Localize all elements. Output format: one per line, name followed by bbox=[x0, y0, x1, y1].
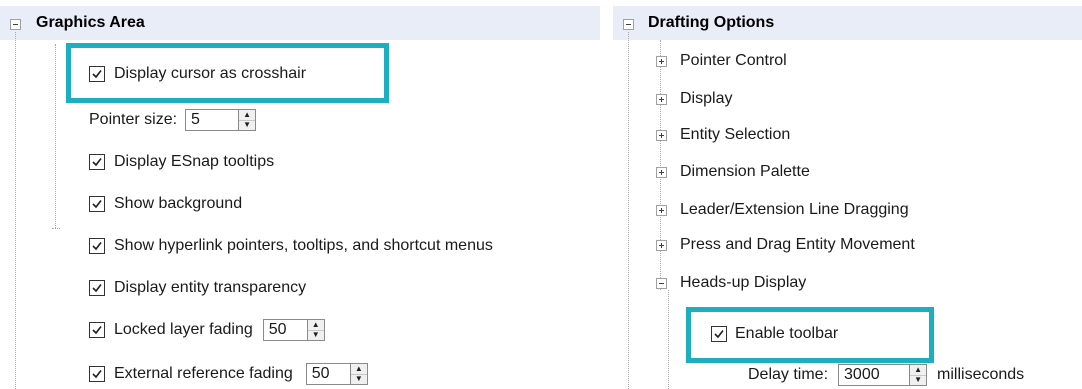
entity-transparency-checkbox[interactable] bbox=[89, 280, 105, 296]
tree-line bbox=[15, 32, 16, 389]
hyperlink-pointers-option[interactable]: Show hyperlink pointers, tooltips, and s… bbox=[89, 234, 493, 258]
tree-item-dimension-palette[interactable]: Dimension Palette bbox=[656, 160, 810, 184]
pointer-size-label: Pointer size: bbox=[89, 111, 178, 128]
tree-item-leader-extension-line-dragging[interactable]: Leader/Extension Line Dragging bbox=[656, 198, 909, 222]
show-background-option[interactable]: Show background bbox=[89, 192, 242, 216]
tree-item-label: Heads-up Display bbox=[680, 274, 807, 291]
delay-time-row: Delay time: 3000 ▲ ▼ milliseconds bbox=[748, 363, 1024, 387]
locked-layer-fading-stepper[interactable]: 50 ▲ ▼ bbox=[262, 319, 325, 341]
external-reference-fading-stepper[interactable]: 50 ▲ ▼ bbox=[305, 363, 368, 385]
entity-transparency-label: Display entity transparency bbox=[114, 279, 307, 296]
spin-down-icon[interactable]: ▼ bbox=[910, 374, 927, 386]
expand-icon[interactable] bbox=[656, 93, 667, 105]
external-reference-fading-value[interactable]: 50 bbox=[307, 364, 350, 384]
spin-down-icon[interactable]: ▼ bbox=[350, 373, 367, 385]
enable-toolbar-label: Enable toolbar bbox=[735, 325, 839, 342]
pointer-size-row: Pointer size: 5 ▲ ▼ bbox=[89, 108, 257, 132]
tree-item-label: Dimension Palette bbox=[680, 163, 810, 180]
locked-layer-fading-label: Locked layer fading bbox=[114, 321, 253, 338]
tree-line bbox=[55, 44, 56, 228]
hyperlink-pointers-checkbox[interactable] bbox=[89, 238, 105, 254]
hyperlink-pointers-label: Show hyperlink pointers, tooltips, and s… bbox=[114, 237, 493, 254]
tree-line bbox=[668, 290, 669, 389]
drafting-options-title: Drafting Options bbox=[648, 14, 775, 31]
spin-up-icon[interactable]: ▲ bbox=[910, 365, 926, 375]
delay-time-label: Delay time: bbox=[748, 366, 829, 383]
graphics-area-panel: Graphics Area Display cursor as crosshai… bbox=[0, 0, 600, 389]
locked-layer-fading-checkbox[interactable] bbox=[89, 322, 105, 338]
tree-item-label: Pointer Control bbox=[680, 52, 787, 69]
tree-item-label: Display bbox=[680, 90, 733, 107]
delay-time-stepper[interactable]: 3000 ▲ ▼ bbox=[838, 364, 928, 386]
delay-time-spin-buttons[interactable]: ▲ ▼ bbox=[909, 365, 927, 386]
drafting-options-panel: Drafting Options Pointer Control Display… bbox=[613, 0, 1082, 389]
collapse-icon[interactable] bbox=[656, 277, 667, 289]
external-reference-fading-spin-buttons[interactable]: ▲ ▼ bbox=[349, 364, 367, 385]
spin-up-icon[interactable]: ▲ bbox=[308, 320, 324, 330]
pointer-size-spin-buttons[interactable]: ▲ ▼ bbox=[238, 110, 256, 131]
expand-icon[interactable] bbox=[656, 55, 667, 67]
tree-item-heads-up-display[interactable]: Heads-up Display bbox=[656, 271, 806, 295]
expand-icon[interactable] bbox=[656, 166, 667, 178]
pointer-size-value[interactable]: 5 bbox=[186, 110, 238, 130]
delay-time-value[interactable]: 3000 bbox=[839, 365, 909, 385]
tree-line bbox=[628, 32, 629, 389]
expand-icon[interactable] bbox=[656, 129, 667, 141]
locked-layer-fading-option[interactable]: Locked layer fading 50 ▲ ▼ bbox=[89, 318, 325, 342]
external-reference-fading-checkbox[interactable] bbox=[89, 366, 105, 382]
locked-layer-fading-value[interactable]: 50 bbox=[264, 320, 307, 340]
enable-toolbar-checkbox[interactable] bbox=[711, 326, 727, 342]
tree-item-label: Leader/Extension Line Dragging bbox=[680, 201, 909, 218]
expand-icon[interactable] bbox=[656, 239, 667, 251]
show-background-checkbox[interactable] bbox=[89, 196, 105, 212]
tree-item-entity-selection[interactable]: Entity Selection bbox=[656, 123, 790, 147]
graphics-area-title: Graphics Area bbox=[36, 14, 145, 31]
pointer-size-stepper[interactable]: 5 ▲ ▼ bbox=[185, 109, 257, 131]
show-background-label: Show background bbox=[114, 195, 243, 212]
spin-down-icon[interactable]: ▼ bbox=[239, 119, 256, 131]
display-cursor-crosshair-checkbox[interactable] bbox=[89, 66, 105, 82]
esnap-tooltips-option[interactable]: Display ESnap tooltips bbox=[89, 150, 274, 174]
tree-line bbox=[52, 228, 60, 229]
enable-toolbar-option[interactable]: Enable toolbar bbox=[711, 322, 838, 346]
tree-item-display[interactable]: Display bbox=[656, 87, 732, 111]
entity-transparency-option[interactable]: Display entity transparency bbox=[89, 276, 306, 300]
locked-layer-fading-spin-buttons[interactable]: ▲ ▼ bbox=[306, 320, 324, 341]
esnap-tooltips-checkbox[interactable] bbox=[89, 154, 105, 170]
tree-item-press-drag-entity-movement[interactable]: Press and Drag Entity Movement bbox=[656, 233, 915, 257]
external-reference-fading-option[interactable]: External reference fading 50 ▲ ▼ bbox=[89, 362, 368, 386]
tree-item-label: Press and Drag Entity Movement bbox=[680, 236, 915, 253]
display-cursor-crosshair-option[interactable]: Display cursor as crosshair bbox=[89, 62, 306, 86]
spin-up-icon[interactable]: ▲ bbox=[351, 364, 367, 374]
delay-time-unit: milliseconds bbox=[937, 366, 1025, 383]
esnap-tooltips-label: Display ESnap tooltips bbox=[114, 153, 275, 170]
tree-item-label: Entity Selection bbox=[680, 126, 791, 143]
collapse-icon[interactable] bbox=[10, 19, 21, 30]
spin-up-icon[interactable]: ▲ bbox=[239, 110, 255, 120]
tree-item-pointer-control[interactable]: Pointer Control bbox=[656, 49, 787, 73]
expand-icon[interactable] bbox=[656, 204, 667, 216]
display-cursor-crosshair-label: Display cursor as crosshair bbox=[114, 65, 307, 82]
collapse-icon[interactable] bbox=[623, 19, 634, 30]
external-reference-fading-label: External reference fading bbox=[114, 365, 293, 382]
spin-down-icon[interactable]: ▼ bbox=[307, 329, 324, 341]
